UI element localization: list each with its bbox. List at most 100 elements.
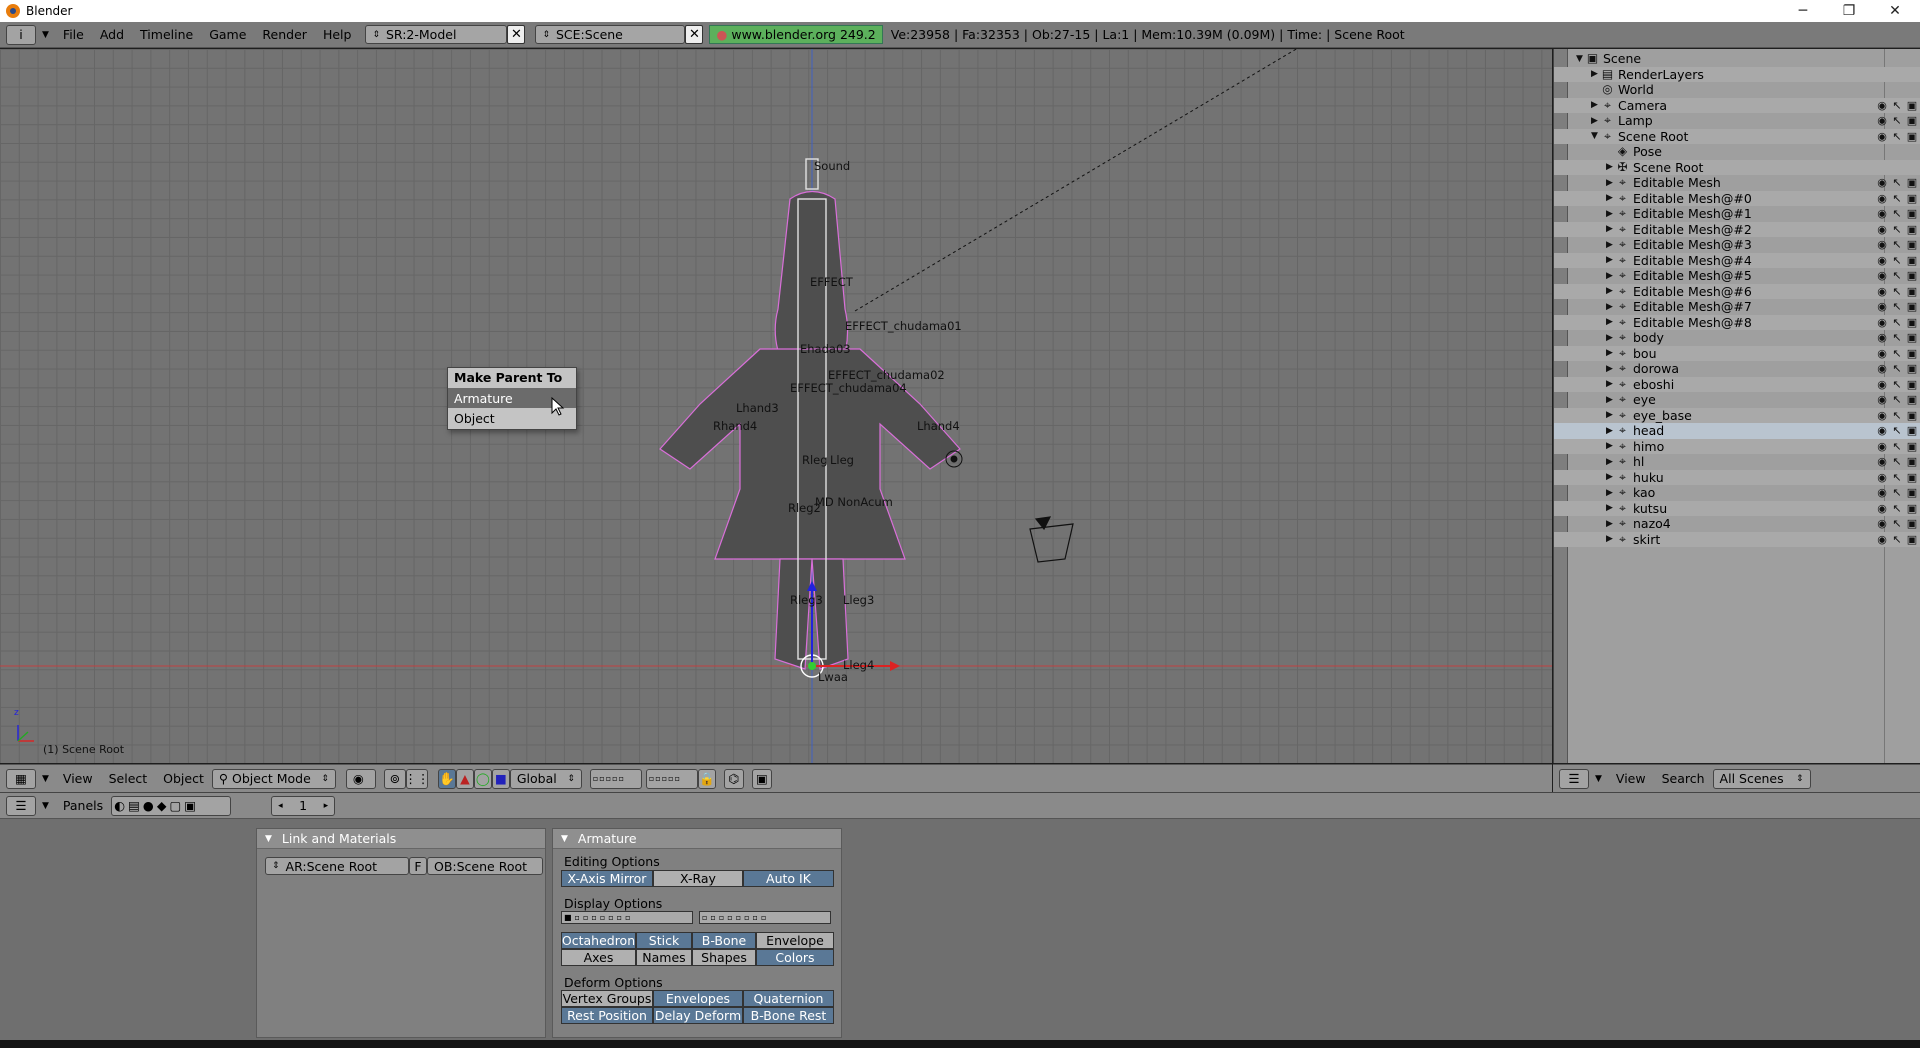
expand-right-icon[interactable]: ▶ <box>1606 333 1616 343</box>
render-icon[interactable]: ▣ <box>1905 176 1919 190</box>
display-option-toggle[interactable]: Names <box>636 949 692 966</box>
cursor-icon[interactable]: ↖ <box>1890 300 1904 314</box>
outliner-row[interactable]: ▶ ⌖ Lamp ◉ ↖ ▣ <box>1554 113 1920 129</box>
render-icon[interactable]: ▣ <box>1905 455 1919 469</box>
render-icon[interactable]: ▣ <box>1905 501 1919 515</box>
maximize-button[interactable]: ❐ <box>1826 0 1872 22</box>
cursor-icon[interactable]: ↖ <box>1890 346 1904 360</box>
expand-right-icon[interactable]: ▶ <box>1591 100 1601 110</box>
eye-icon[interactable]: ◉ <box>1875 222 1889 236</box>
eye-icon[interactable]: ◉ <box>1875 455 1889 469</box>
eye-icon[interactable]: ◉ <box>1875 114 1889 128</box>
eye-icon[interactable]: ◉ <box>1875 269 1889 283</box>
menu-view[interactable]: View <box>1608 771 1654 786</box>
render-icon[interactable]: ▣ <box>1905 191 1919 205</box>
deform-option-toggle[interactable]: Vertex Groups <box>561 990 653 1007</box>
outliner-window-type-icon[interactable]: ☰ <box>1559 768 1589 789</box>
expand-right-icon[interactable]: ▶ <box>1606 286 1616 296</box>
rotate-manipulator[interactable]: ◯ <box>473 768 492 789</box>
render-icon[interactable]: ▣ <box>1905 331 1919 345</box>
context-buttons[interactable]: ◐ ▤ ● ◆ ▢ ▣ <box>111 795 232 816</box>
render-icon[interactable]: ▣ <box>1905 129 1919 143</box>
minimize-button[interactable]: ─ <box>1780 0 1826 22</box>
expand-right-icon[interactable]: ▶ <box>1606 457 1616 467</box>
armature-datablock-field[interactable]: ⇕ AR:Scene Root <box>265 857 409 875</box>
panel-header[interactable]: ▼ Armature <box>553 829 841 849</box>
header-collapse-icon[interactable]: ▼ <box>42 801 49 811</box>
render-icon[interactable]: ▣ <box>1905 207 1919 221</box>
expand-down-icon[interactable]: ▼ <box>1591 131 1601 141</box>
eye-icon[interactable]: ◉ <box>1875 501 1889 515</box>
expand-right-icon[interactable]: ▶ <box>1606 193 1616 203</box>
outliner-row[interactable]: ▶ ⌖ eye ◉ ↖ ▣ <box>1554 392 1920 408</box>
eye-icon[interactable]: ◉ <box>1875 470 1889 484</box>
eye-icon[interactable]: ◉ <box>1875 253 1889 267</box>
eye-icon[interactable]: ◉ <box>1875 129 1889 143</box>
outliner-row[interactable]: ▶ ⌖ Editable Mesh@#5 ◉ ↖ ▣ <box>1554 268 1920 284</box>
delete-screen-button[interactable]: ✕ <box>507 25 526 44</box>
cursor-icon[interactable]: ↖ <box>1890 238 1904 252</box>
orientation-selector[interactable]: Global ⇕ <box>509 768 582 789</box>
outliner-row[interactable]: ▶ ✠ Scene Root <box>1554 159 1920 175</box>
eye-icon[interactable]: ◉ <box>1875 346 1889 360</box>
display-option-toggle[interactable]: Octahedron <box>561 932 636 949</box>
draw-type-button[interactable]: ◉ <box>345 768 376 789</box>
bone-layers-2[interactable]: ▫▫▫▫▫▫▫▫ <box>699 911 831 924</box>
outliner-row[interactable]: ▼ ▣ Scene <box>1554 51 1920 67</box>
eye-icon[interactable]: ◉ <box>1875 517 1889 531</box>
expand-right-icon[interactable]: ▶ <box>1606 441 1616 451</box>
info-window-type-icon[interactable]: i <box>6 24 36 45</box>
render-icon[interactable]: ▣ <box>1905 439 1919 453</box>
render-icon[interactable]: ▣ <box>1905 222 1919 236</box>
cursor-icon[interactable]: ↖ <box>1890 98 1904 112</box>
outliner-row[interactable]: ▶ ⌖ Editable Mesh@#7 ◉ ↖ ▣ <box>1554 299 1920 315</box>
cursor-icon[interactable]: ↖ <box>1890 222 1904 236</box>
render-icon[interactable]: ▣ <box>1905 269 1919 283</box>
expand-right-icon[interactable]: ▶ <box>1606 178 1616 188</box>
manipulator-toggle[interactable]: ✋ <box>437 768 456 789</box>
outliner-row[interactable]: ▶ ⌖ Camera ◉ ↖ ▣ <box>1554 97 1920 113</box>
render-icon[interactable]: ▣ <box>1905 98 1919 112</box>
eye-icon[interactable]: ◉ <box>1875 191 1889 205</box>
render-icon[interactable]: ▣ <box>1905 238 1919 252</box>
website-badge[interactable]: ● www.blender.org 249.2 <box>709 25 883 44</box>
expand-right-icon[interactable]: ▶ <box>1606 255 1616 265</box>
outliner-row[interactable]: ▶ ⌖ head ◉ ↖ ▣ <box>1554 423 1920 439</box>
editing-option-toggle[interactable]: X-Ray <box>653 870 743 887</box>
menu-help[interactable]: Help <box>315 27 360 42</box>
lock-layers-button[interactable]: 🔒 <box>697 768 716 789</box>
expand-right-icon[interactable]: ▶ <box>1606 534 1616 544</box>
outliner-row[interactable]: ▶ ⌖ Editable Mesh@#8 ◉ ↖ ▣ <box>1554 314 1920 330</box>
eye-icon[interactable]: ◉ <box>1875 300 1889 314</box>
expand-right-icon[interactable]: ▶ <box>1606 379 1616 389</box>
eye-icon[interactable]: ◉ <box>1875 284 1889 298</box>
render-icon[interactable]: ▣ <box>1905 362 1919 376</box>
camera-view-button[interactable]: ▣ <box>751 768 772 789</box>
outliner-row[interactable]: ▶ ⌖ kao ◉ ↖ ▣ <box>1554 485 1920 501</box>
expand-right-icon[interactable]: ▶ <box>1606 410 1616 420</box>
cursor-icon[interactable]: ↖ <box>1890 424 1904 438</box>
menu-render[interactable]: Render <box>254 27 315 42</box>
render-icon[interactable]: ▣ <box>1905 377 1919 391</box>
display-option-toggle[interactable]: Stick <box>636 932 692 949</box>
cursor-icon[interactable]: ↖ <box>1890 129 1904 143</box>
outliner-row[interactable]: ▶ ⌖ huku ◉ ↖ ▣ <box>1554 469 1920 485</box>
expand-right-icon[interactable]: ▶ <box>1606 426 1616 436</box>
cursor-icon[interactable]: ↖ <box>1890 191 1904 205</box>
expand-right-icon[interactable]: ▶ <box>1606 519 1616 529</box>
render-icon[interactable]: ▣ <box>1905 408 1919 422</box>
render-icon[interactable]: ▣ <box>1905 532 1919 546</box>
layer-buttons-1[interactable]: ▫▫▫▫▫ <box>589 768 642 789</box>
cursor-icon[interactable]: ↖ <box>1890 470 1904 484</box>
outliner-row[interactable]: ▶ ⌖ skirt ◉ ↖ ▣ <box>1554 531 1920 547</box>
eye-icon[interactable]: ◉ <box>1875 408 1889 422</box>
eye-icon[interactable]: ◉ <box>1875 486 1889 500</box>
editing-option-toggle[interactable]: Auto IK <box>743 870 834 887</box>
screen-selector[interactable]: ⇕ SR:2-Model <box>365 25 508 44</box>
expand-right-icon[interactable]: ▶ <box>1606 302 1616 312</box>
render-icon[interactable]: ▣ <box>1905 284 1919 298</box>
outliner-row[interactable]: ▶ ⌖ eye_base ◉ ↖ ▣ <box>1554 407 1920 423</box>
outliner-filter-select[interactable]: All Scenes ⇕ <box>1712 768 1811 789</box>
expand-right-icon[interactable]: ▶ <box>1591 69 1601 79</box>
display-option-toggle[interactable]: Axes <box>561 949 636 966</box>
